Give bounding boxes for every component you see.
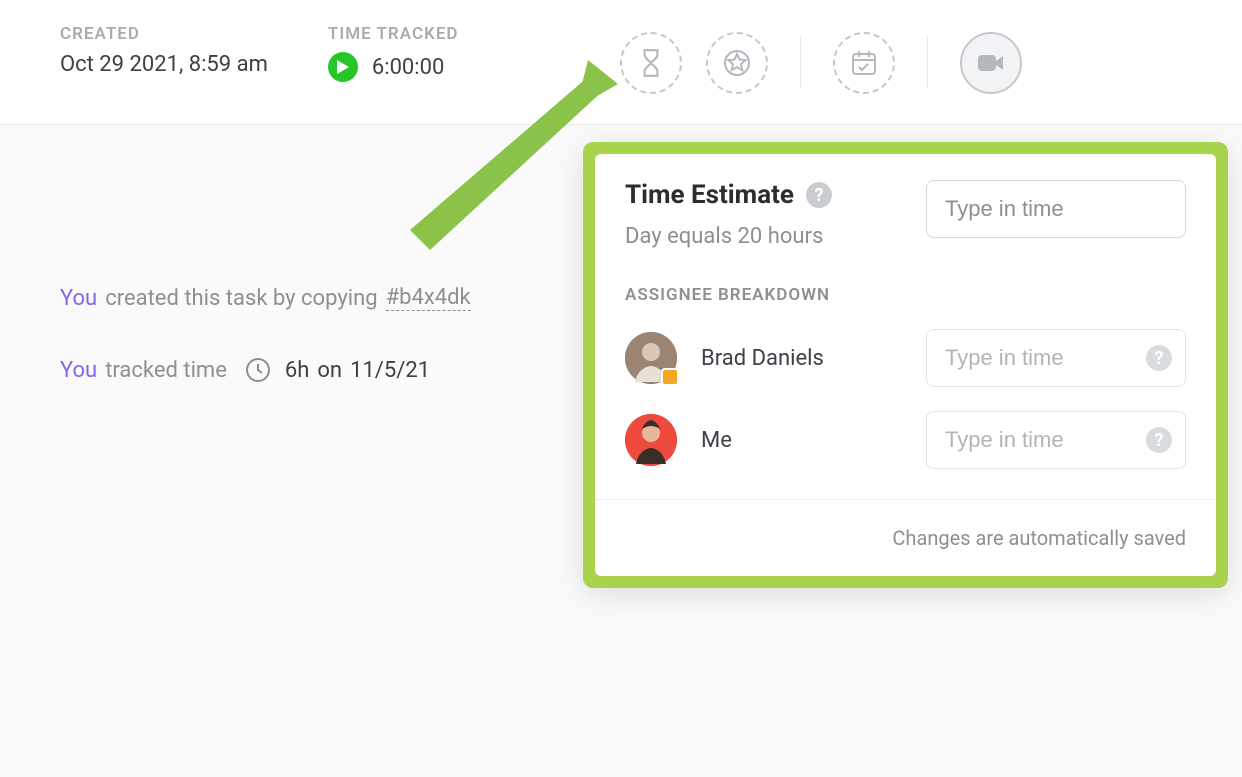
activity-text: tracked time: [105, 358, 227, 383]
help-icon[interactable]: ?: [1146, 427, 1172, 453]
activity-text: created this task by copying: [105, 286, 377, 311]
you-link[interactable]: You: [60, 286, 97, 311]
popover-title: Time Estimate: [625, 180, 794, 210]
assignee-name: Me: [701, 428, 732, 453]
assignee-breakdown-label: ASSIGNEE BREAKDOWN: [625, 285, 1186, 305]
task-header: CREATED Oct 29 2021, 8:59 am TIME TRACKE…: [0, 0, 1242, 125]
time-estimate-input[interactable]: [926, 180, 1186, 238]
assignee-row: Brad Daniels ?: [625, 329, 1186, 387]
header-action-icons: [620, 24, 1022, 94]
avatar[interactable]: [625, 332, 677, 384]
divider: [800, 37, 801, 89]
help-icon[interactable]: ?: [806, 182, 832, 208]
due-date-button[interactable]: [833, 32, 895, 94]
assignee-row: Me ?: [625, 411, 1186, 469]
status-badge: [661, 368, 679, 386]
tracked-duration: 6h: [285, 358, 309, 383]
tracked-date: 11/5/21: [350, 358, 430, 383]
time-tracked-label: TIME TRACKED: [328, 24, 459, 44]
play-timer-button[interactable]: [328, 52, 358, 82]
time-tracked-block: TIME TRACKED 6:00:00: [328, 24, 459, 82]
copied-task-link[interactable]: #b4x4dk: [386, 285, 471, 311]
time-estimate-button[interactable]: [620, 32, 682, 94]
popover-subtitle: Day equals 20 hours: [625, 224, 832, 249]
divider: [927, 37, 928, 89]
time-estimate-popover: Time Estimate ? Day equals 20 hours ASSI…: [583, 142, 1228, 588]
created-label: CREATED: [60, 24, 268, 44]
help-icon[interactable]: ?: [1146, 345, 1172, 371]
popover-footer-text: Changes are automatically saved: [595, 499, 1216, 576]
on-word: on: [317, 358, 342, 383]
you-link[interactable]: You: [60, 358, 97, 383]
created-value: Oct 29 2021, 8:59 am: [60, 52, 268, 77]
priority-button[interactable]: [706, 32, 768, 94]
assignee-name: Brad Daniels: [701, 346, 824, 371]
avatar[interactable]: [625, 414, 677, 466]
created-block: CREATED Oct 29 2021, 8:59 am: [60, 24, 268, 77]
video-call-button[interactable]: [960, 32, 1022, 94]
time-tracked-value: 6:00:00: [372, 55, 444, 80]
clock-icon: [245, 357, 271, 383]
